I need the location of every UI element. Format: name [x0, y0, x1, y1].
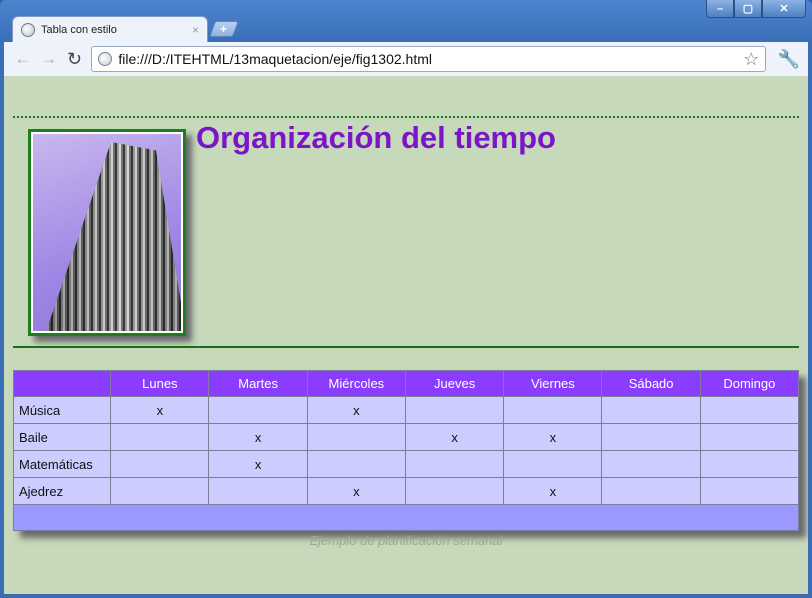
wrench-icon[interactable]: 🔧	[776, 49, 802, 70]
schedule-table: Lunes Martes Miércoles Jueves Viernes Sá…	[12, 370, 800, 531]
day-header: Martes	[208, 370, 308, 397]
table-cell	[503, 450, 603, 478]
bookmark-star-icon[interactable]: ☆	[743, 49, 759, 70]
corner-cell	[12, 370, 112, 397]
table-cell	[110, 450, 210, 478]
url-text[interactable]: file:///D:/ITEHTML/13maquetacion/eje/fig…	[118, 51, 743, 67]
building-photo	[28, 129, 186, 336]
close-window-button[interactable]: ✕	[762, 0, 806, 18]
window-controls: – ▢ ✕	[706, 0, 806, 18]
solid-divider	[13, 346, 799, 348]
day-header: Viernes	[503, 370, 603, 397]
page-title: Organización del tiempo	[196, 120, 556, 155]
table-cell	[601, 450, 701, 478]
page-content: Organización del tiempo Lunes Martes Mié…	[4, 76, 808, 594]
table-cell	[601, 396, 701, 424]
table-cell	[306, 450, 406, 478]
row-label: Baile	[12, 423, 112, 451]
window-bottom-border	[0, 594, 812, 598]
table-cell	[503, 396, 603, 424]
table-footer-row	[13, 504, 799, 531]
minimize-button[interactable]: –	[706, 0, 734, 18]
table-cell: x	[306, 477, 406, 505]
table-footer	[13, 504, 799, 531]
day-header: Miércoles	[306, 370, 406, 397]
table-cell	[404, 477, 505, 505]
table-row: Matemáticas x	[12, 450, 800, 478]
dotted-divider	[13, 116, 799, 118]
table-cell	[208, 477, 308, 505]
day-header: Sábado	[601, 370, 701, 397]
new-tab-button[interactable]: +	[209, 21, 239, 37]
maximize-button[interactable]: ▢	[734, 0, 762, 18]
table-cell	[699, 423, 800, 451]
table-cell	[699, 396, 800, 424]
reload-button[interactable]: ↻	[62, 46, 88, 72]
row-label: Música	[12, 396, 112, 424]
table-cell	[110, 423, 210, 451]
table-cell	[404, 396, 505, 424]
table-cell: x	[503, 477, 603, 505]
day-header: Domingo	[699, 370, 800, 397]
globe-icon	[98, 52, 113, 66]
table-cell	[110, 477, 210, 505]
table-cell	[699, 477, 800, 505]
browser-window: – ▢ ✕ Tabla con estilo × + ← → ↻ file://…	[0, 0, 812, 598]
day-header: Jueves	[404, 370, 505, 397]
tab-title: Tabla con estilo	[41, 23, 117, 36]
tower-shade	[39, 142, 181, 331]
table-cell	[699, 450, 800, 478]
table-row: Ajedrez x x	[12, 477, 800, 505]
table-cell: x	[110, 396, 210, 424]
table-cell	[306, 423, 406, 451]
table-cell: x	[306, 396, 406, 424]
page-globe-icon	[21, 22, 35, 37]
browser-toolbar: ← → ↻ file:///D:/ITEHTML/13maquetacion/e…	[4, 42, 808, 76]
table-cell: x	[208, 450, 308, 478]
table-cell: x	[404, 423, 505, 451]
table-row: Música x x	[12, 396, 800, 424]
table-cell	[601, 423, 701, 451]
tab-active[interactable]: Tabla con estilo ×	[12, 16, 208, 42]
row-label: Ajedrez	[12, 477, 112, 505]
day-header: Lunes	[110, 370, 210, 397]
table-cell: x	[503, 423, 603, 451]
table-row: Baile x x x	[12, 423, 800, 451]
row-label: Matemáticas	[12, 450, 112, 478]
table-cell: x	[208, 423, 308, 451]
table-cell	[208, 396, 308, 424]
building-image	[33, 134, 181, 331]
address-bar[interactable]: file:///D:/ITEHTML/13maquetacion/eje/fig…	[91, 46, 767, 72]
plus-icon: +	[220, 22, 228, 36]
table-cell	[404, 450, 505, 478]
back-button[interactable]: ←	[10, 46, 36, 72]
header-row: Lunes Martes Miércoles Jueves Viernes Sá…	[12, 370, 800, 397]
table-caption: Ejemplo de planificación semanal	[309, 533, 503, 548]
tab-close-icon[interactable]: ×	[192, 23, 199, 37]
forward-button[interactable]: →	[36, 46, 62, 72]
table-cell	[601, 477, 701, 505]
